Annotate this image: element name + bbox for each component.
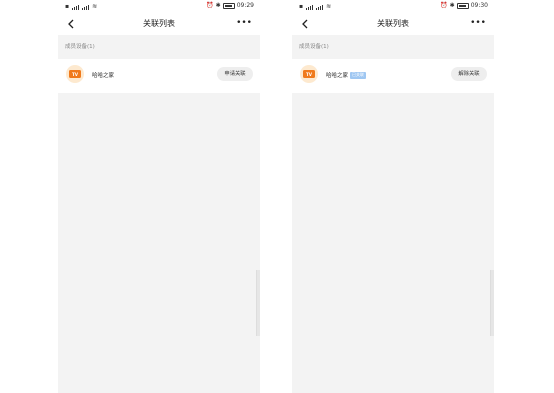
phone-screen-1: ▪ ≋ ⏰ ✱ 09:29 关联列表 ••• 成员设备(1) TV 哈哈之家 申… <box>58 0 260 393</box>
battery-icon <box>222 3 235 9</box>
status-left: ▪ ≋ <box>299 3 331 11</box>
wifi-icon: ≋ <box>326 3 332 10</box>
phone-screen-2: ▪ ≋ ⏰ ✱ 09:30 关联列表 ••• 成员设备(1) TV 哈哈之家 已… <box>292 0 494 393</box>
device-row[interactable]: TV 哈哈之家 申请关联 <box>58 59 260 93</box>
scroll-tab[interactable] <box>256 270 260 336</box>
status-bar: ▪ ≋ ⏰ ✱ 09:29 <box>58 0 260 13</box>
page-title: 关联列表 <box>143 19 175 28</box>
status-time: 09:29 <box>236 2 254 9</box>
status-bar: ▪ ≋ ⏰ ✱ 09:30 <box>292 0 494 13</box>
device-name: 哈哈之家 <box>92 73 115 79</box>
device-name-wrap: 哈哈之家 已关联 <box>326 71 367 79</box>
status-right: ⏰ ✱ 09:29 <box>206 2 254 10</box>
linked-badge: 已关联 <box>350 71 367 79</box>
device-row[interactable]: TV 哈哈之家 已关联 解除关联 <box>292 59 494 93</box>
more-horizontal-icon[interactable]: ••• <box>470 18 486 28</box>
signal-icon <box>72 4 80 10</box>
unlink-button[interactable]: 解除关联 <box>451 67 487 81</box>
request-link-button[interactable]: 申请关联 <box>217 67 253 81</box>
status-left: ▪ ≋ <box>65 3 97 11</box>
sim-icon: ▪ <box>299 3 304 10</box>
nav-bar: 关联列表 ••• <box>58 13 260 35</box>
alarm-icon: ⏰ <box>440 2 448 9</box>
tv-icon-label: TV <box>303 70 315 78</box>
sim-icon: ▪ <box>65 3 70 10</box>
device-name: 哈哈之家 <box>326 73 349 79</box>
bluetooth-icon: ✱ <box>215 2 221 9</box>
section-header: 成员设备(1) <box>292 35 494 59</box>
signal-icon-2 <box>82 4 90 10</box>
alarm-icon: ⏰ <box>206 2 214 9</box>
tv-icon: TV <box>300 65 318 83</box>
status-time: 09:30 <box>470 2 488 9</box>
nav-bar: 关联列表 ••• <box>292 13 494 35</box>
status-right: ⏰ ✱ 09:30 <box>440 2 488 10</box>
more-horizontal-icon[interactable]: ••• <box>236 18 252 28</box>
device-name-wrap: 哈哈之家 <box>92 71 114 79</box>
tv-icon: TV <box>66 65 84 83</box>
scroll-tab[interactable] <box>490 270 494 336</box>
stage: ▪ ≋ ⏰ ✱ 09:29 关联列表 ••• 成员设备(1) TV 哈哈之家 申… <box>0 0 554 393</box>
page-title: 关联列表 <box>377 19 409 28</box>
wifi-icon: ≋ <box>92 3 98 10</box>
bluetooth-icon: ✱ <box>449 2 455 9</box>
battery-icon <box>456 3 469 9</box>
signal-icon <box>306 4 314 10</box>
tv-icon-label: TV <box>69 70 81 78</box>
signal-icon-2 <box>316 4 324 10</box>
section-header: 成员设备(1) <box>58 35 260 59</box>
